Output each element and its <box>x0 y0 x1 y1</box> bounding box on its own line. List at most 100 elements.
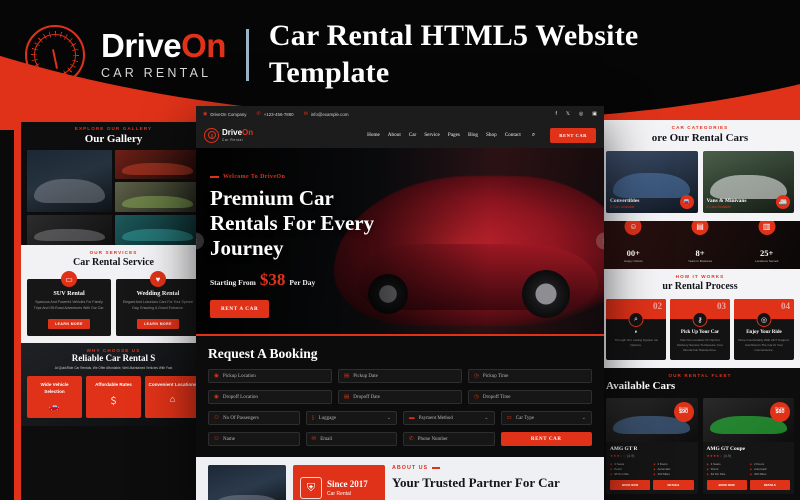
car-specs: ◈ 4 Seats ◈ 2 Doors ◈ Petrol ◈ Automatic ◈ $4… <box>707 462 791 476</box>
field-placeholder: Payment Method <box>418 415 453 421</box>
search-icon[interactable]: ⌕ <box>532 132 535 139</box>
process-step[interactable]: 03 ⚷ Pick Up Your Car Visit Our Location… <box>670 299 730 360</box>
briefcase-icon: ▤ <box>691 221 709 235</box>
dropoff-time-input[interactable]: ◷ Dropoff Time <box>468 390 592 404</box>
booking-row: ⚇ Name ✉ Email ✆ Phone Number RENT CAR <box>208 432 592 446</box>
booking-submit-button[interactable]: RENT CAR <box>500 432 592 446</box>
field-placeholder: Dropoff Date <box>353 394 381 400</box>
nav-links: Home About Car Service Pages Blog Shop C… <box>367 127 596 143</box>
twitter-x-icon[interactable]: 𝕏 <box>566 111 570 117</box>
gallery-image[interactable] <box>115 215 200 245</box>
speedometer-logo-icon <box>25 24 85 85</box>
gallery-image[interactable] <box>115 150 200 179</box>
feature-title: Affordable Rates <box>95 382 132 388</box>
step-title: Pick Up Your Car <box>680 330 720 335</box>
nav-item-home[interactable]: Home <box>367 132 380 138</box>
step-title: Enjoy Your Ride <box>746 330 782 335</box>
fleet-grid: Per Day $90 AMG GT R ★★★☆☆ (4.9) ◈ 4 Seat… <box>606 397 794 494</box>
hero-rent-a-car-button[interactable]: RENT A CAR <box>210 300 270 319</box>
heart-icon: ♥ <box>150 271 166 287</box>
nav-item-about[interactable]: About <box>388 132 401 138</box>
email-input[interactable]: ✉ Email <box>305 432 397 446</box>
instagram-icon[interactable]: ◎ <box>579 111 583 117</box>
feature-card[interactable]: Convenient Locations ⌂ <box>145 376 200 418</box>
speedometer-logo-icon <box>204 127 219 143</box>
passengers-input[interactable]: ⚇ No Of Passengers <box>208 411 300 425</box>
facebook-icon[interactable]: f <box>555 111 556 117</box>
linkedin-icon[interactable]: ▣ <box>592 111 597 117</box>
car-spec: ◈ $5 Per Mile <box>610 471 629 476</box>
car-icon: 🚗 <box>48 400 61 411</box>
category-name: Vans & Minivans <box>706 197 747 204</box>
car-type-select[interactable]: ▭ Car Type ⌄ <box>500 411 592 425</box>
topbar-phone[interactable]: ✆ +123-456-7890 <box>257 111 294 117</box>
topbar-email[interactable]: ✉ info@example.com <box>304 111 349 117</box>
chevron-down-icon: ⌄ <box>581 415 586 421</box>
about-image <box>208 465 286 500</box>
nav-item-service[interactable]: Service <box>424 132 440 138</box>
book-now-button[interactable]: BOOK NOW <box>706 479 747 490</box>
since-badge: ⛨ Since 2017 Car Rental <box>293 465 385 500</box>
book-now-button[interactable]: BOOK NOW <box>610 479 651 490</box>
stat-item: ▤ 8+ Years In Business <box>667 221 734 263</box>
car-shield-icon: ⛨ <box>300 477 322 499</box>
category-card[interactable]: Convertibles 6 Cars Available 🚘 <box>606 151 698 213</box>
details-button[interactable]: DETAILS <box>749 479 790 490</box>
site-topbar: ◉ DriveOn Company ✆ +123-456-7890 ✉ info… <box>196 106 604 122</box>
car-card[interactable]: Per Day $90 AMG GT R ★★★☆☆ (4.9) ◈ 4 Seat… <box>606 397 698 494</box>
nav-item-pages[interactable]: Pages <box>448 132 460 138</box>
service-learn-more-button[interactable]: LEARN MORE <box>137 318 179 329</box>
page-headline: DriveOn CAR RENTAL Car Rental HTML5 Webs… <box>25 18 699 91</box>
payment-method-select[interactable]: ▬ Payment Method ⌄ <box>403 411 495 425</box>
dropoff-location-input[interactable]: ◉ Dropoff Location <box>208 390 332 404</box>
rent-car-button[interactable]: RENT CAR <box>550 127 596 143</box>
hero-welcome: Welcome To DriveOn <box>210 174 604 180</box>
price-value: $80 <box>775 409 785 416</box>
booking-row: ⚇ No Of Passengers ▯ Luggage ⌄ ▬ Payment… <box>208 411 592 425</box>
feature-card[interactable]: Wide Vehicle Selection 🚗 <box>27 376 82 418</box>
nav-brand-tagline: Car Rental <box>222 137 244 142</box>
field-placeholder: Dropoff Time <box>482 394 511 400</box>
phone-input[interactable]: ✆ Phone Number <box>403 432 495 446</box>
service-card[interactable]: ▭ SUV Rental Spacious And Powerful Vehic… <box>27 271 111 336</box>
service-learn-more-button[interactable]: LEARN MORE <box>48 318 90 329</box>
pickup-date-input[interactable]: ▤ Pickup Date <box>338 369 462 383</box>
main-preview-window: ◉ DriveOn Company ✆ +123-456-7890 ✉ info… <box>196 106 604 500</box>
luggage-select[interactable]: ▯ Luggage ⌄ <box>305 411 397 425</box>
pickup-time-input[interactable]: ◷ Pickup Time <box>468 369 592 383</box>
nav-brand-name: DriveOn <box>222 127 254 137</box>
nav-item-blog[interactable]: Blog <box>468 132 478 138</box>
car-spec: ◈ Automatic <box>653 466 671 471</box>
service-desc: Elegant And Luxurious Cars For Your Spec… <box>122 300 194 310</box>
nav-item-shop[interactable]: Shop <box>486 132 497 138</box>
dropoff-date-input[interactable]: ▤ Dropoff Date <box>338 390 462 404</box>
clock-icon: ◷ <box>474 373 479 379</box>
stat-label: Happy Clients <box>623 259 643 263</box>
service-card[interactable]: ♥ Wedding Rental Elegant And Luxurious C… <box>116 271 200 336</box>
speedometer-ticks-icon <box>30 29 80 80</box>
details-button[interactable]: DETAILS <box>653 479 694 490</box>
nav-item-contact[interactable]: Contact <box>505 132 521 138</box>
category-card[interactable]: Vans & Minivans 8 Cars Available 🚐 <box>702 151 794 213</box>
nav-logo[interactable]: DriveOn Car Rental <box>204 127 254 143</box>
nav-item-car[interactable]: Car <box>409 132 417 138</box>
gallery-image[interactable] <box>27 215 112 245</box>
feature-card[interactable]: Affordable Rates ＄ <box>86 376 141 418</box>
name-input[interactable]: ⚇ Name <box>208 432 300 446</box>
process-step[interactable]: 04 ◎ Enjoy Your Ride Drive Comfortably W… <box>734 299 794 360</box>
car-name: AMG GT Coupe <box>706 445 746 452</box>
field-placeholder: Luggage <box>318 415 337 421</box>
process-step[interactable]: 02 ⌕ e Through Our ooking System ral Opt… <box>606 299 666 360</box>
fleet-section: OUR RENTAL FLEET Available Cars Per Day … <box>600 367 800 500</box>
location-pin-icon: ◉ <box>203 111 208 117</box>
pickup-location-input[interactable]: ◉ Pickup Location <box>208 369 332 383</box>
booking-row: ◉ Pickup Location ▤ Pickup Date ◷ Pickup… <box>208 369 592 383</box>
gallery-image[interactable] <box>115 182 200 212</box>
car-card[interactable]: Per Day $80 AMG GT Coupe ★★★★☆ (4.9) ◈ 4 … <box>702 397 794 494</box>
car-spec: ◈ Petrol <box>610 466 622 471</box>
about-heading: Your Trusted Partner For Car <box>392 475 560 490</box>
site-navbar: DriveOn Car Rental Home About Car Servic… <box>196 122 604 148</box>
car-specs: ◈ 4 Seats ◈ 2 Doors ◈ Petrol ◈ Automatic ◈ $5… <box>610 462 694 476</box>
field-placeholder: Pickup Date <box>353 373 378 379</box>
gallery-image[interactable] <box>27 150 112 212</box>
